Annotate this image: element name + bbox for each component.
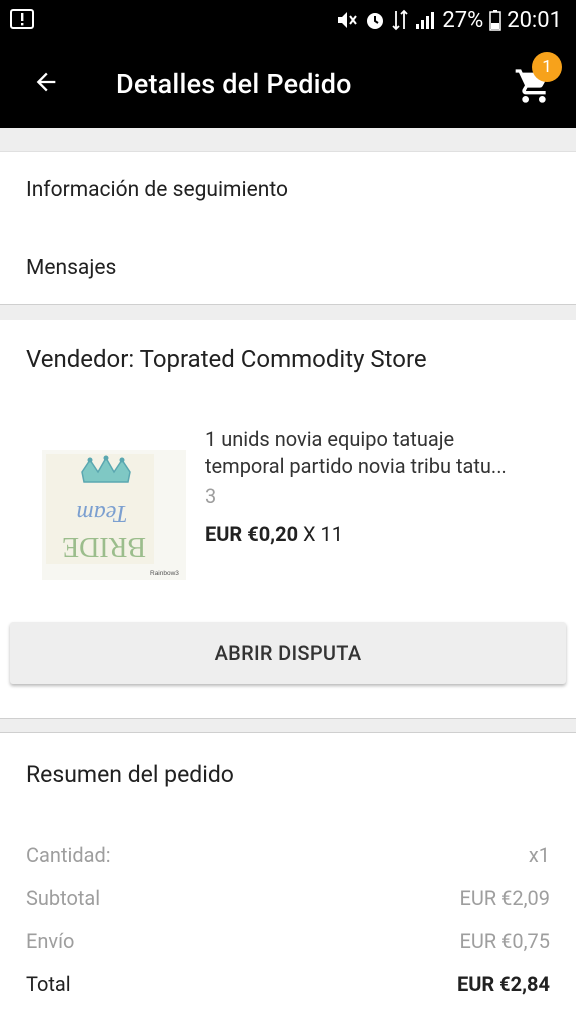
page-title: Detalles del Pedido	[116, 68, 352, 100]
product-title-line1: 1 unids novia equipo tatuaje	[205, 427, 455, 451]
signal-icon	[414, 9, 436, 31]
tracking-card: Información de seguimiento Mensajes	[0, 151, 576, 305]
thumb-caption: Rainbow3	[150, 570, 179, 577]
mute-icon	[336, 9, 358, 31]
alarm-icon	[364, 9, 386, 31]
summary-label: Subtotal	[26, 886, 101, 910]
product-price: EUR €0,20	[205, 522, 299, 546]
product-sku: 3	[205, 484, 217, 508]
summary-value: EUR €2,09	[459, 886, 550, 910]
back-button[interactable]	[26, 64, 66, 104]
data-transfer-icon	[392, 9, 408, 31]
tracking-info-link[interactable]: Información de seguimiento	[26, 178, 288, 202]
battery-icon	[489, 9, 501, 31]
summary-row-total: Total EUR €2,84	[26, 972, 550, 996]
status-bar: 27% 20:01	[0, 0, 576, 40]
product-title-line2: temporal partido novia tribu tatu...	[205, 454, 507, 478]
seller-card: Vendedor: Toprated Commodity Store Team …	[0, 320, 576, 719]
product-quantity: X 11	[303, 522, 343, 546]
app-bar: Detalles del Pedido 1	[0, 40, 576, 128]
messages-link[interactable]: Mensajes	[26, 256, 116, 280]
clock: 20:01	[507, 7, 562, 33]
thumb-text-bride: BRIDE	[62, 531, 146, 562]
summary-title: Resumen del pedido	[26, 761, 234, 788]
summary-value: EUR €2,84	[456, 972, 550, 996]
summary-label: Total	[26, 972, 71, 996]
summary-row-shipping: Envío EUR €0,75	[26, 929, 550, 953]
product-price-row: EUR €0,20 X 11	[205, 522, 343, 546]
notification-alert-icon	[10, 9, 34, 31]
summary-label: Envío	[26, 929, 75, 953]
summary-label: Cantidad:	[26, 843, 111, 867]
arrow-back-icon	[32, 68, 60, 100]
seller-name: Vendedor: Toprated Commodity Store	[26, 345, 427, 373]
order-summary-card: Resumen del pedido Cantidad: x1 Subtotal…	[0, 732, 576, 1024]
open-dispute-button[interactable]: ABRIR DISPUTA	[10, 622, 566, 684]
cart-icon	[514, 69, 554, 110]
cart-count-badge: 1	[532, 52, 562, 82]
thumb-text-team: Team	[76, 500, 127, 526]
summary-value: x1	[528, 843, 550, 867]
product-thumbnail[interactable]: Team BRIDE Rainbow3	[42, 450, 186, 580]
summary-row-quantity: Cantidad: x1	[26, 843, 550, 867]
summary-value: EUR €0,75	[459, 929, 550, 953]
summary-row-subtotal: Subtotal EUR €2,09	[26, 886, 550, 910]
battery-percent: 27%	[442, 7, 484, 33]
product-title[interactable]: 1 unids novia equipo tatuaje temporal pa…	[205, 426, 550, 480]
